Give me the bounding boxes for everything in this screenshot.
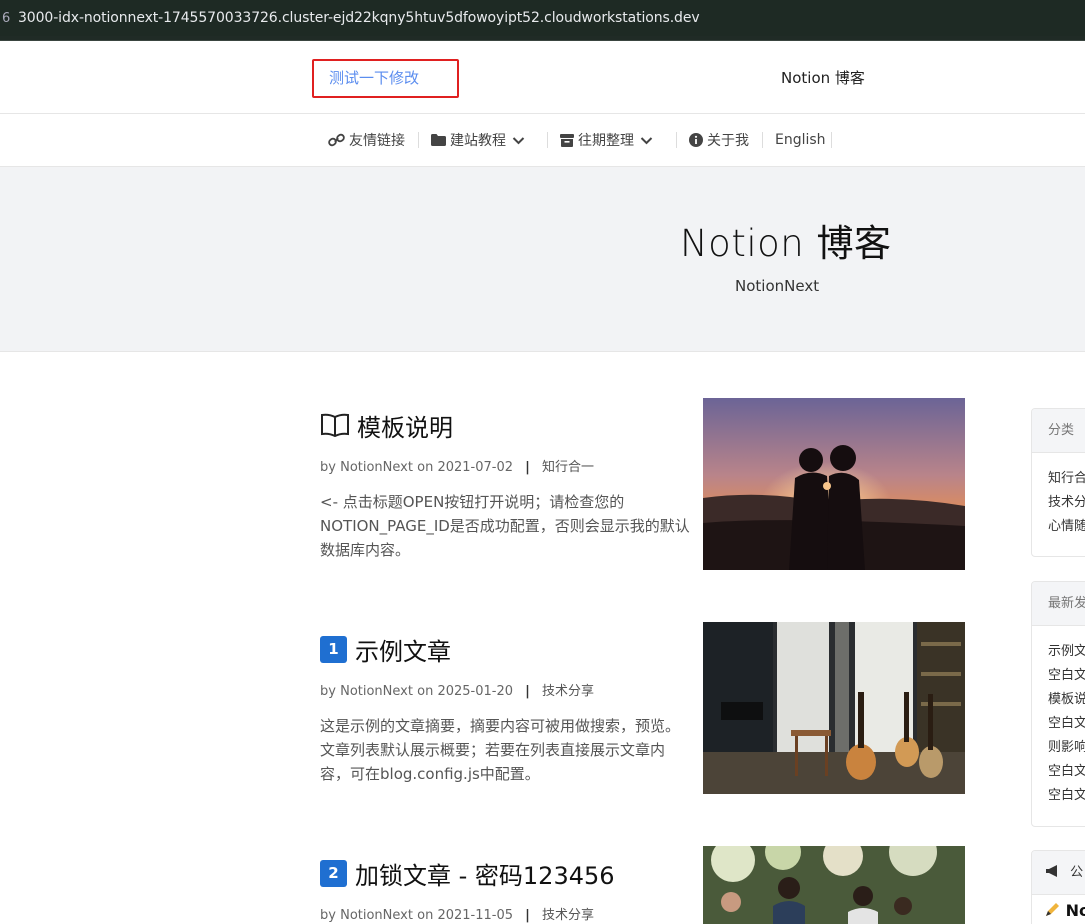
sidebar-latest-item[interactable]: 空白文: [1048, 664, 1085, 688]
info-icon: [689, 133, 703, 147]
archive-icon: [560, 133, 574, 147]
post-author[interactable]: NotionNext: [340, 460, 413, 475]
post-category[interactable]: 知行合一: [542, 460, 594, 475]
sidebar-categories-list: 知行合 技术分 心情随: [1032, 453, 1085, 539]
nav-item-friend-links[interactable]: 友情链接: [328, 130, 405, 150]
site-info-icon[interactable]: 6: [0, 11, 14, 26]
nav-divider: [676, 132, 677, 148]
nav-divider: [418, 132, 419, 148]
sidebar-latest-item[interactable]: 示例文: [1048, 640, 1085, 664]
nav-label: 建站教程: [450, 133, 506, 149]
post-title[interactable]: 模板说明: [320, 410, 453, 442]
nav-divider: [831, 132, 832, 148]
nav-item-english[interactable]: English: [775, 130, 826, 150]
chevron-down-icon: [512, 136, 525, 144]
sidebar-latest-list: 示例文 空白文 模板说 空白文 则影响 空白文 空白文: [1032, 626, 1085, 808]
nav-label: 往期整理: [578, 133, 634, 149]
post-meta: by NotionNext on 2025-01-20 | 技术分享: [320, 684, 595, 699]
book-icon: [321, 413, 349, 437]
post-date[interactable]: 2021-07-02: [437, 460, 513, 475]
nav-item-archive[interactable]: 往期整理: [560, 130, 657, 150]
sidebar-categories-title: 分类: [1032, 409, 1085, 453]
sidebar-notice-card: 公 No: [1031, 850, 1085, 924]
hero-title: Notion 博客: [680, 222, 892, 265]
keycap-two-icon: 2: [320, 859, 347, 887]
nav-divider: [547, 132, 548, 148]
post-excerpt: <- 点击标题OPEN按钮打开说明；请检查您的NOTION_PAGE_ID是否成…: [320, 493, 690, 559]
sidebar-latest-item[interactable]: 空白文: [1048, 760, 1085, 784]
post-date[interactable]: 2021-11-05: [437, 908, 513, 923]
pencil-emoji-icon: [1046, 903, 1059, 916]
header-site-title[interactable]: Notion 博客: [781, 67, 865, 88]
sidebar-category-item[interactable]: 技术分: [1048, 491, 1085, 515]
post-date[interactable]: 2025-01-20: [437, 684, 513, 699]
chevron-down-icon: [640, 136, 653, 144]
nav-label: English: [775, 132, 826, 148]
sidebar-notice-content: No: [1032, 895, 1085, 920]
post-cover-image[interactable]: [703, 622, 965, 794]
sidebar-latest-title: 最新发: [1032, 582, 1085, 626]
hero-banner: Notion 博客 NotionNext: [0, 167, 1085, 352]
post-category[interactable]: 技术分享: [542, 684, 594, 699]
folder-icon: [431, 134, 446, 146]
sidebar-category-item[interactable]: 知行合: [1048, 467, 1085, 491]
browser-url-bar[interactable]: 6 3000-idx-notionnext-1745570033726.clus…: [0, 0, 1085, 36]
link-icon: [328, 133, 345, 147]
post-cover-image[interactable]: [703, 398, 965, 570]
nav-label: 关于我: [707, 133, 749, 149]
hero-subtitle: NotionNext: [735, 277, 820, 295]
post-title[interactable]: 1 示例文章: [320, 634, 451, 666]
post-title[interactable]: 2 加锁文章 - 密码123456: [320, 858, 615, 890]
main-nav: 友情链接 建站教程 往期整理 关于我 English: [0, 114, 1085, 167]
nav-label: 友情链接: [349, 133, 405, 149]
nav-divider: [762, 132, 763, 148]
post-meta: by NotionNext on 2021-07-02 | 知行合一: [320, 460, 595, 475]
sidebar-latest-item[interactable]: 空白文: [1048, 784, 1085, 808]
post-meta: by NotionNext on 2021-11-05 | 技术分享: [320, 908, 595, 923]
keycap-one-icon: 1: [320, 635, 347, 663]
sidebar-notice-title: 公: [1032, 851, 1085, 895]
post-category[interactable]: 技术分享: [542, 908, 594, 923]
post-excerpt: 这是示例的文章摘要，摘要内容可被用做搜索，预览。文章列表默认展示概要；若要在列表…: [320, 717, 681, 783]
sidebar-categories-card: 分类 知行合 技术分 心情随: [1031, 408, 1085, 557]
post-cover-image[interactable]: [703, 846, 965, 924]
post-author[interactable]: NotionNext: [340, 908, 413, 923]
megaphone-icon: [1046, 865, 1057, 877]
nav-item-tutorials[interactable]: 建站教程: [431, 130, 529, 150]
sidebar-latest-item[interactable]: 空白文: [1048, 712, 1085, 736]
url-text[interactable]: 3000-idx-notionnext-1745570033726.cluste…: [14, 10, 700, 26]
sidebar-latest-item[interactable]: 模板说: [1048, 688, 1085, 712]
nav-item-about[interactable]: 关于我: [689, 130, 749, 150]
post-author[interactable]: NotionNext: [340, 684, 413, 699]
header-custom-link[interactable]: 测试一下修改: [312, 59, 459, 98]
sidebar-latest-card: 最新发 示例文 空白文 模板说 空白文 则影响 空白文 空白文: [1031, 581, 1085, 827]
site-header: 测试一下修改 Notion 博客: [0, 41, 1085, 114]
sidebar-category-item[interactable]: 心情随: [1048, 515, 1085, 539]
sidebar-latest-item[interactable]: 则影响: [1048, 736, 1085, 760]
